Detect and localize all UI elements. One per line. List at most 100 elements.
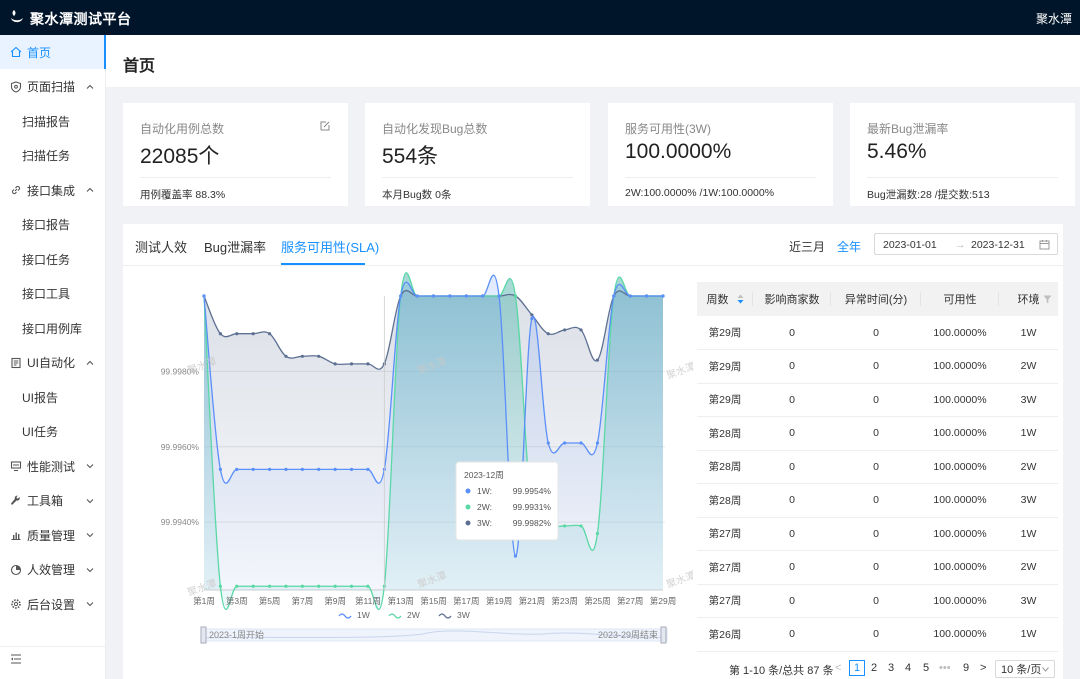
data-point[interactable] — [431, 294, 436, 298]
page-4[interactable]: 4 — [905, 662, 911, 674]
data-point[interactable] — [530, 317, 534, 321]
page-last[interactable]: 9 — [963, 662, 969, 674]
sidebar-item-ui-automation[interactable]: UI自动化 — [0, 346, 106, 380]
data-point[interactable] — [317, 354, 321, 358]
data-point[interactable] — [300, 584, 304, 588]
data-point[interactable] — [284, 354, 288, 358]
sidebar-item-ui-report[interactable]: UI报告 — [0, 380, 106, 414]
prev-page-button[interactable]: < — [835, 662, 841, 674]
legend-label[interactable]: 2W — [407, 610, 420, 620]
edit-icon[interactable] — [320, 121, 330, 131]
page-ellipsis[interactable]: ••• — [939, 662, 951, 674]
sidebar-item-admin-settings[interactable]: 后台设置 — [0, 587, 106, 621]
data-point[interactable] — [497, 294, 501, 298]
data-point[interactable] — [267, 584, 272, 588]
data-point[interactable] — [300, 354, 304, 358]
data-point[interactable] — [546, 332, 550, 336]
data-point[interactable] — [595, 531, 600, 536]
data-point[interactable] — [218, 332, 222, 336]
data-point[interactable] — [349, 467, 354, 471]
data-point[interactable] — [595, 358, 600, 362]
sidebar-item-ui-task[interactable]: UI任务 — [0, 415, 106, 449]
data-point[interactable] — [235, 584, 239, 588]
legend-label[interactable]: 3W — [457, 610, 470, 620]
data-point[interactable] — [251, 584, 255, 588]
legend-swatch[interactable] — [438, 613, 452, 619]
data-point[interactable] — [317, 584, 321, 588]
data-point[interactable] — [513, 554, 518, 558]
data-point[interactable] — [579, 441, 583, 445]
data-point[interactable] — [595, 441, 600, 445]
page-5[interactable]: 5 — [923, 662, 929, 674]
data-point[interactable] — [563, 441, 567, 445]
page-2[interactable]: 2 — [871, 662, 877, 674]
next-page-button[interactable]: > — [980, 662, 986, 674]
table-header-environment[interactable]: 环境 — [999, 282, 1058, 316]
data-point[interactable] — [628, 294, 632, 298]
filter-icon[interactable] — [1043, 295, 1052, 304]
sidebar-item-page-scan[interactable]: 页面扫描 — [0, 70, 106, 104]
data-point[interactable] — [546, 441, 550, 445]
data-point[interactable] — [661, 294, 665, 298]
range-recent-three-months[interactable]: 近三月 — [789, 238, 825, 255]
sort-icon[interactable] — [737, 294, 744, 304]
sidebar-item-api-integration[interactable]: 接口集成 — [0, 173, 106, 207]
sidebar-item-toolbox[interactable]: 工具箱 — [0, 484, 106, 518]
data-point[interactable] — [513, 294, 518, 298]
data-point[interactable] — [349, 584, 354, 588]
data-point[interactable] — [333, 467, 337, 471]
data-point[interactable] — [333, 362, 337, 366]
data-point[interactable] — [415, 294, 419, 298]
data-point[interactable] — [349, 362, 354, 366]
end-date[interactable]: 2023-12-31 — [971, 239, 1025, 251]
data-point[interactable] — [612, 294, 616, 298]
data-point[interactable] — [333, 584, 337, 588]
data-point[interactable] — [235, 332, 239, 336]
data-point[interactable] — [448, 294, 452, 298]
table-header-week[interactable]: 周数 — [697, 282, 753, 316]
data-point[interactable] — [202, 294, 206, 298]
page-size-select[interactable]: 10 条/页 — [995, 660, 1055, 678]
sidebar-item-performance-test[interactable]: 性能测试 — [0, 449, 106, 483]
data-point[interactable] — [300, 467, 304, 471]
data-point[interactable] — [579, 328, 583, 332]
data-point[interactable] — [235, 467, 239, 471]
sidebar-item-api-tool[interactable]: 接口工具 — [0, 277, 106, 311]
data-point[interactable] — [251, 467, 255, 471]
data-point[interactable] — [645, 294, 649, 298]
data-point[interactable] — [317, 467, 321, 471]
data-point[interactable] — [284, 584, 288, 588]
data-point[interactable] — [366, 362, 370, 366]
sidebar-item-scan-report[interactable]: 扫描报告 — [0, 104, 106, 138]
data-point[interactable] — [267, 332, 272, 336]
range-full-year[interactable]: 全年 — [837, 238, 861, 255]
sidebar-item-efficiency-management[interactable]: 人效管理 — [0, 553, 106, 587]
legend-label[interactable]: 1W — [357, 610, 370, 620]
datazoom-handle-end[interactable] — [660, 626, 667, 644]
sidebar-item-scan-task[interactable]: 扫描任务 — [0, 139, 106, 173]
data-point[interactable] — [284, 467, 288, 471]
data-point[interactable] — [399, 294, 403, 298]
page-1[interactable]: 1 — [849, 660, 865, 676]
sidebar-item-quality-management[interactable]: 质量管理 — [0, 518, 106, 552]
data-point[interactable] — [579, 524, 583, 528]
data-point[interactable] — [251, 332, 255, 336]
legend-swatch[interactable] — [338, 613, 352, 619]
data-point[interactable] — [563, 328, 567, 332]
data-point[interactable] — [267, 467, 272, 471]
data-point[interactable] — [481, 294, 485, 298]
sidebar-item-api-task[interactable]: 接口任务 — [0, 242, 106, 276]
sidebar-item-api-case-library[interactable]: 接口用例库 — [0, 311, 106, 345]
menu-collapse-icon[interactable] — [10, 653, 22, 665]
data-point[interactable] — [563, 524, 567, 528]
page-3[interactable]: 3 — [888, 662, 894, 674]
legend-swatch[interactable] — [388, 613, 402, 619]
data-point[interactable] — [464, 294, 468, 298]
user-name[interactable]: 聚水潭 — [1036, 10, 1072, 27]
data-point[interactable] — [366, 467, 370, 471]
date-range-picker[interactable]: 2023-01-01 → 2023-12-31 — [874, 233, 1058, 255]
data-point[interactable] — [218, 467, 222, 471]
sidebar-item-home[interactable]: 首页 — [0, 35, 106, 69]
data-point[interactable] — [366, 584, 370, 588]
data-point[interactable] — [218, 584, 222, 588]
